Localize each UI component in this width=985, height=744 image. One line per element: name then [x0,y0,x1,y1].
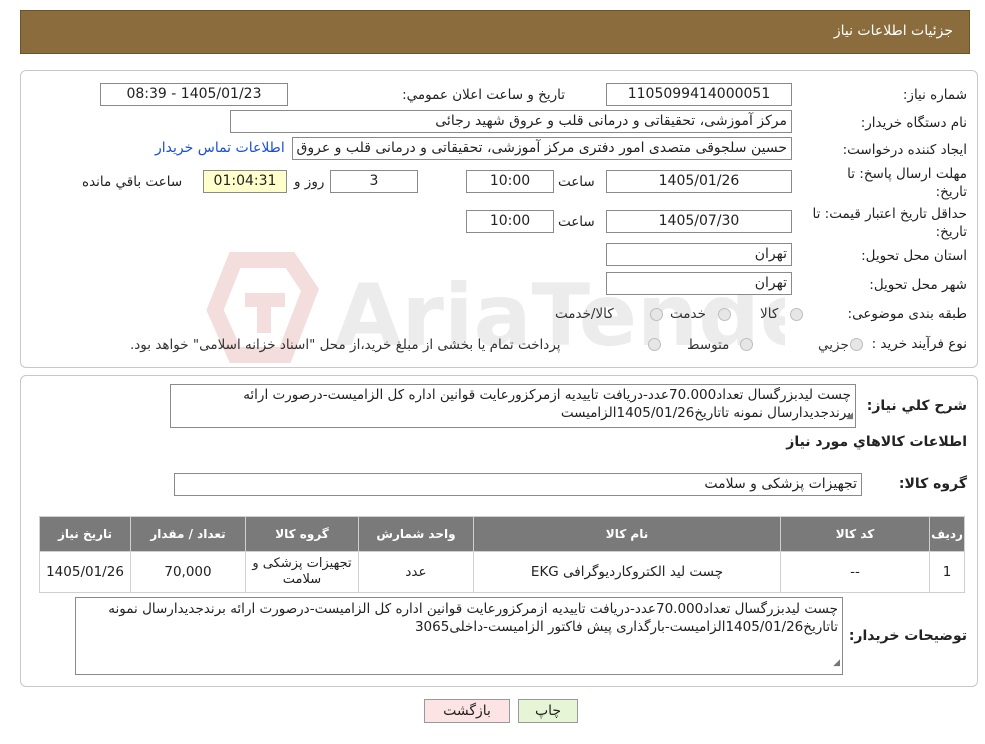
cell-group: تجهيزات پزشکی و سلامت [245,551,359,593]
process-note: پرداخت تمام يا بخشی از مبلغ خريد،از محل … [130,337,561,353]
col-unit: واحد شمارش [358,516,474,552]
cell-unit: عدد [358,551,474,593]
print-button[interactable]: چاپ [518,699,578,723]
announce-label: تاریخ و ساعت اعلان عمومي: [402,87,565,103]
process-radio-minor[interactable] [850,338,863,351]
col-group: گروه کالا [245,516,359,552]
col-code: کد کالا [780,516,930,552]
creator-field: حسین سلجوقی متصدی امور دفتری مرکز آموزشی… [292,137,792,160]
category-goods-service-label: کالا/خدمت [555,306,614,322]
remaining-label: ساعت باقي مانده [82,174,183,190]
buyer-notes-label: توضيحات خريدار: [848,628,967,644]
deadline-time-field: 10:00 [466,170,554,193]
validity-time-label: ساعت [558,214,595,230]
validity-date-field: 1405/07/30 [606,210,792,233]
category-radio-goods[interactable] [790,308,803,321]
buyer-label: نام دستگاه خريدار: [860,115,967,131]
resize-handle-icon[interactable]: ◢ [833,654,840,672]
province-label: استان محل تحويل: [861,248,967,264]
goods-group-field: تجهيزات پزشکی و سلامت [174,473,862,496]
goods-section-title: اطلاعات کالاهاي مورد نياز [786,434,967,450]
days-label: روز و [294,174,325,190]
deadline-date-field: 1405/01/26 [606,170,792,193]
buyer-notes-textarea[interactable]: چست لیدبزرگسال تعداد70.000عدد-دریافت تای… [75,597,843,675]
need-number-label: شماره نیاز: [902,87,967,103]
validity-label-2: تاريخ: [935,224,967,240]
cell-qty: 70,000 [130,551,246,593]
page-title: جزئیات اطلاعات نیاز [833,23,953,39]
deadline-label: مهلت ارسال پاسخ: تا [847,166,967,182]
summary-text: چست لیدبزرگسال تعداد70.000عدد-دریافت تای… [243,387,851,421]
cell-index: 1 [929,551,965,593]
table-row: 1 -- چست لید الکتروکاردیوگرافی EKG عدد ت… [39,551,965,593]
goods-group-label: گروه کالا: [898,476,967,492]
back-button[interactable]: بازگشت [424,699,510,723]
announce-field: 1405/01/23 - 08:39 [100,83,288,106]
col-date: تاريخ نياز [39,516,131,552]
process-label: نوع فرآيند خريد : [871,336,967,352]
process-medium-label: متوسط [687,337,730,353]
days-field: 3 [330,170,418,193]
need-number-field: 1105099414000051 [606,83,792,106]
resize-handle-icon[interactable]: ◢ [846,407,853,425]
contact-buyer-link[interactable]: اطلاعات تماس خريدار [155,140,285,156]
cell-code: -- [780,551,930,593]
city-field: تهران [606,272,792,295]
category-label: طبقه بندی موضوعی: [847,306,967,322]
remaining-time-field: 01:04:31 [203,170,287,193]
category-goods-label: کالا [760,306,779,322]
category-radio-service[interactable] [718,308,731,321]
buyer-notes-text: چست لیدبزرگسال تعداد70.000عدد-دریافت تای… [108,601,838,635]
city-label: شهر محل تحويل: [869,277,967,293]
col-index: رديف [929,516,965,552]
creator-label: ايجاد کننده درخواست: [842,142,967,158]
cell-date: 1405/01/26 [39,551,131,593]
goods-table: رديف کد کالا نام کالا واحد شمارش گروه کا… [39,516,965,593]
col-name: نام کالا [473,516,781,552]
process-radio-medium[interactable] [740,338,753,351]
deadline-label-2: تاريخ: [935,184,967,200]
province-field: تهران [606,243,792,266]
summary-textarea[interactable]: چست لیدبزرگسال تعداد70.000عدد-دریافت تای… [170,384,856,428]
buyer-field: مرکز آموزشی، تحقیقاتی و درمانی قلب و عرو… [230,110,792,133]
category-radio-goods-service[interactable] [650,308,663,321]
table-header-row: رديف کد کالا نام کالا واحد شمارش گروه کا… [39,516,965,552]
cell-name: چست لید الکتروکاردیوگرافی EKG [473,551,781,593]
validity-label: حداقل تاريخ اعتبار قيمت: تا [812,206,967,222]
process-minor-label: جزيي [818,337,849,353]
category-service-label: خدمت [670,306,706,322]
deadline-time-label: ساعت [558,174,595,190]
process-radio-treasury[interactable] [648,338,661,351]
col-qty: تعداد / مقدار [130,516,246,552]
page-header: جزئیات اطلاعات نیاز [20,10,970,54]
validity-time-field: 10:00 [466,210,554,233]
summary-label: شرح کلي نياز: [866,398,967,414]
